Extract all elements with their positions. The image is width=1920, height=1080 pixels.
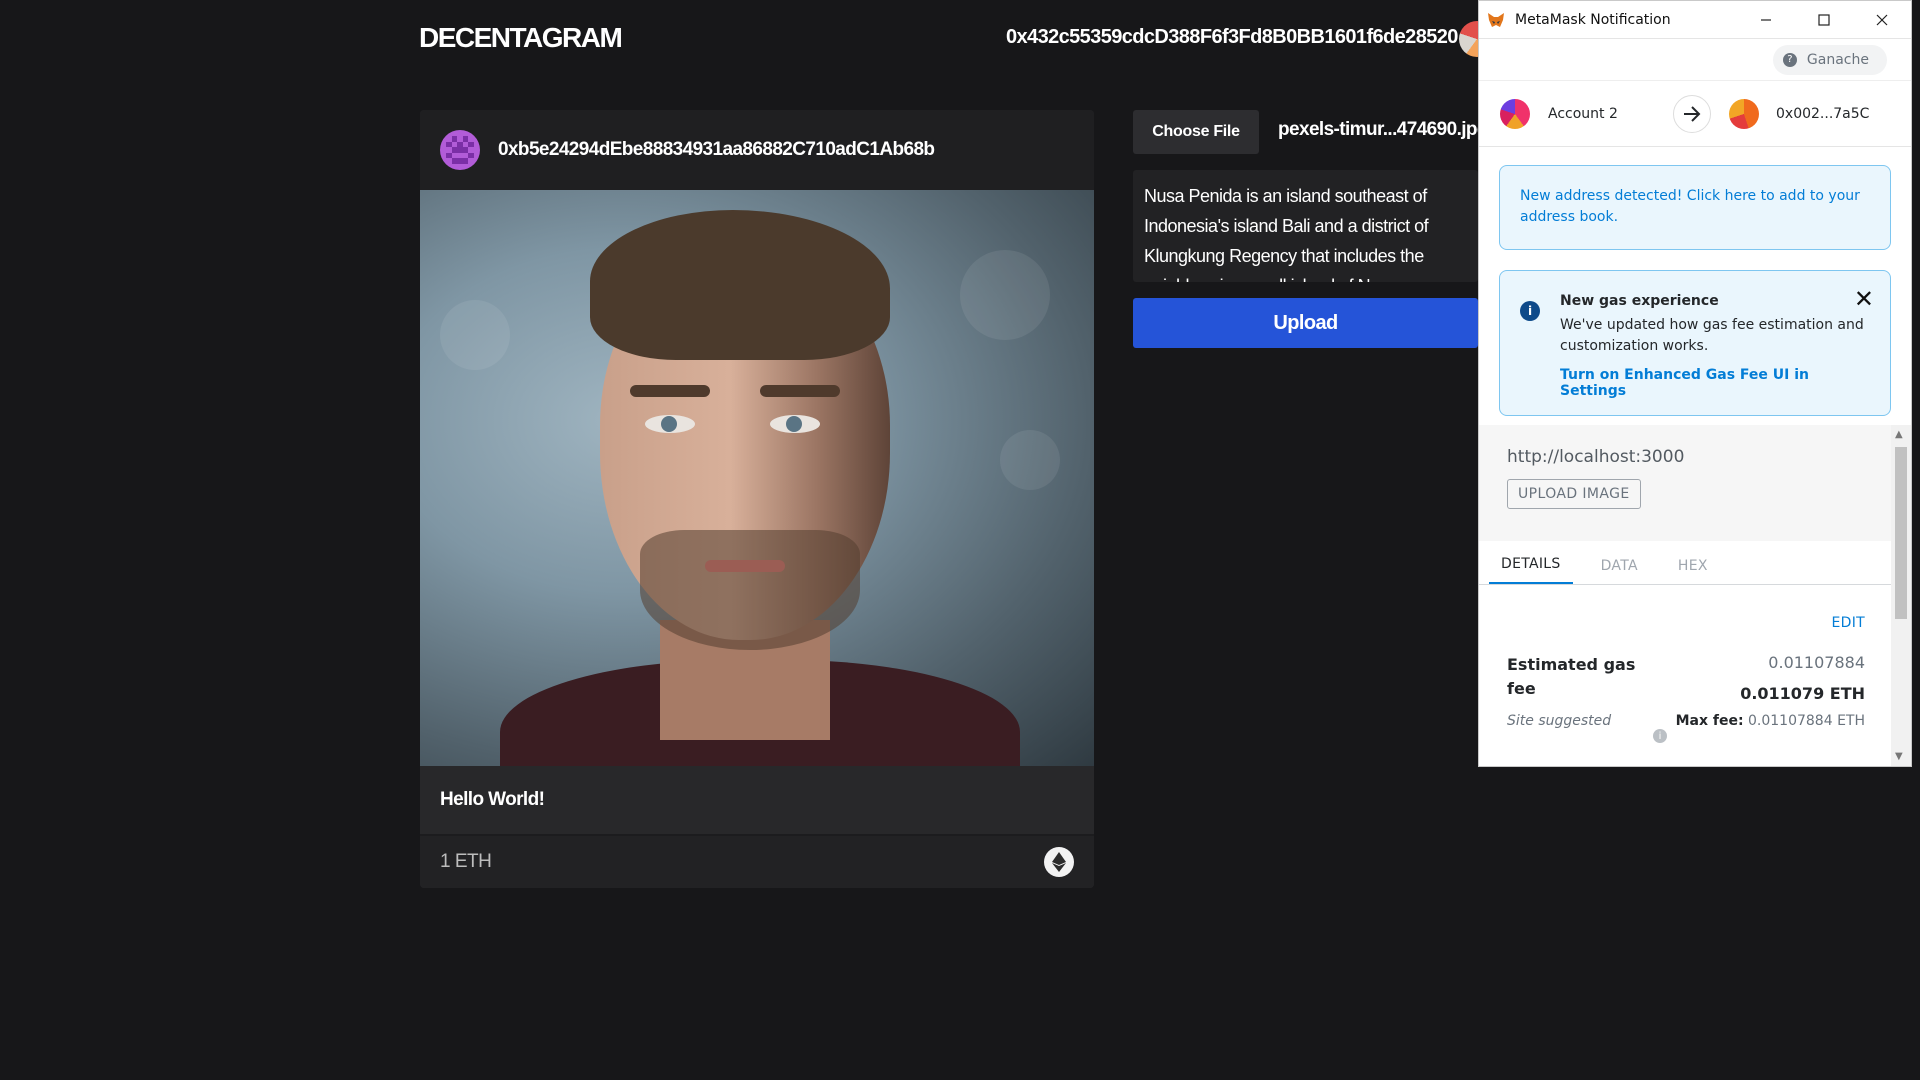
window-title: MetaMask Notification	[1515, 11, 1671, 28]
info-icon: i	[1520, 301, 1540, 321]
max-fee: Max fee: 0.01107884 ETH	[1676, 713, 1865, 729]
transfer-arrow	[1673, 94, 1711, 133]
network-name: Ganache	[1806, 51, 1869, 68]
metamask-fox-icon	[1488, 12, 1504, 27]
origin-url: http://localhost:3000	[1507, 447, 1685, 467]
close-icon	[1876, 14, 1888, 25]
metamask-titlebar: MetaMask Notification	[1479, 1, 1911, 39]
gas-alert-text: We've updated how gas fee estimation and…	[1560, 317, 1864, 354]
post-image	[420, 190, 1094, 766]
from-account[interactable]: Account 2	[1479, 98, 1673, 129]
estimated-gas-fee-label: Estimated gas fee	[1507, 655, 1636, 698]
max-fee-label: Max fee:	[1675, 713, 1744, 729]
from-account-avatar	[1500, 98, 1530, 129]
image-description-input[interactable]: Nusa Penida is an island southeast of In…	[1133, 170, 1478, 282]
to-account-avatar	[1729, 98, 1759, 129]
fee-values: 0.01107884 0.011079 ETH	[1740, 653, 1865, 703]
post-header: 0xb5e24294dEbe88834931aa86882C710adC1Ab6…	[420, 110, 1094, 190]
gas-experience-alert: i ✕ New gas experience We've updated how…	[1499, 270, 1891, 416]
transaction-origin: http://localhost:3000 UPLOAD IMAGE	[1479, 425, 1893, 541]
post-card: 0xb5e24294dEbe88834931aa86882C710adC1Ab6…	[420, 110, 1094, 888]
fee-secondary: 0.01107884	[1768, 653, 1865, 672]
fee-sub-row: Site suggested Max fee: 0.01107884 ETH	[1507, 713, 1865, 729]
maximize-button[interactable]	[1795, 1, 1853, 39]
scroll-up-icon[interactable]: ▲	[1895, 429, 1903, 440]
network-row: ? Ganache	[1479, 39, 1911, 81]
scroll-down-icon[interactable]: ▼	[1895, 751, 1903, 762]
site-suggested-label: Site suggested	[1507, 713, 1612, 729]
minimize-button[interactable]	[1737, 1, 1795, 39]
account-transfer-row: Account 2 0x002...7a5C	[1479, 81, 1911, 147]
tab-hex[interactable]: HEX	[1666, 558, 1720, 584]
network-question-icon: ?	[1782, 52, 1797, 67]
method-badge: UPLOAD IMAGE	[1507, 479, 1641, 509]
to-account[interactable]: 0x002...7a5C	[1711, 98, 1870, 129]
author-identicon	[440, 130, 480, 170]
from-account-name: Account 2	[1548, 105, 1618, 122]
tip-ethereum-button[interactable]	[1044, 847, 1074, 877]
gas-alert-title: New gas experience	[1560, 293, 1719, 309]
ethereum-icon	[1052, 852, 1066, 872]
transaction-tabs: DETAILS DATA HEX	[1479, 541, 1893, 585]
new-address-alert[interactable]: New address detected! Click here to add …	[1499, 165, 1891, 250]
to-account-address: 0x002...7a5C	[1776, 105, 1870, 122]
account-address: 0x432c55359cdcD388F6f3Fd8B0BB1601f6de285…	[1006, 26, 1458, 48]
post-caption: Hello World!	[420, 766, 1094, 836]
arrow-right-icon	[1684, 105, 1701, 122]
max-fee-value: 0.01107884 ETH	[1748, 713, 1865, 729]
enhanced-gas-settings-link[interactable]: Turn on Enhanced Gas Fee UI in Settings	[1560, 367, 1870, 399]
close-window-button[interactable]	[1853, 1, 1911, 39]
scroll-thumb[interactable]	[1895, 447, 1907, 619]
transaction-body: http://localhost:3000 UPLOAD IMAGE DETAI…	[1479, 425, 1893, 766]
scrollbar[interactable]: ▲ ▼	[1891, 425, 1911, 766]
upload-button[interactable]: Upload	[1133, 298, 1478, 348]
maximize-icon	[1818, 13, 1830, 26]
selected-file-name: pexels-timur...474690.jpg	[1278, 119, 1478, 140]
post-author-address: 0xb5e24294dEbe88834931aa86882C710adC1Ab6…	[498, 139, 935, 160]
network-selector[interactable]: ? Ganache	[1772, 44, 1887, 75]
details-panel: EDIT Estimated gas fee 0.01107884 0.0110…	[1479, 585, 1893, 743]
fee-primary: 0.011079 ETH	[1740, 684, 1865, 703]
post-footer: 1 ETH	[420, 836, 1094, 888]
choose-file-button[interactable]: Choose File	[1133, 110, 1259, 154]
metamask-window: MetaMask Notification ? Ganache Account …	[1478, 0, 1912, 767]
post-price: 1 ETH	[440, 851, 492, 872]
app-brand: DECENTAGRAM	[419, 22, 623, 53]
estimated-gas-fee-row: Estimated gas fee 0.01107884 0.011079 ET…	[1507, 653, 1865, 703]
dismiss-alert-button[interactable]: ✕	[1854, 285, 1874, 313]
edit-gas-button[interactable]: EDIT	[1507, 615, 1865, 631]
tab-data[interactable]: DATA	[1589, 558, 1650, 584]
minimize-icon	[1761, 18, 1771, 21]
tab-details[interactable]: DETAILS	[1489, 556, 1573, 584]
fee-info-icon[interactable]: i	[1653, 729, 1667, 743]
